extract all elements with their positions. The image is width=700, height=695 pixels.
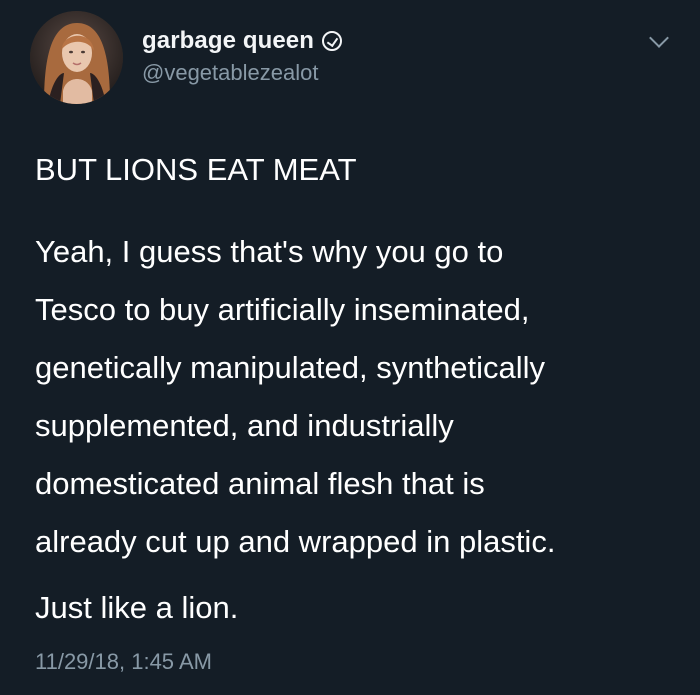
- tweet-line: already cut up and wrapped in plastic.: [35, 524, 556, 559]
- tweet-card: garbage queen @vegetablezealot BUT LIONS…: [0, 0, 700, 695]
- tweet-headline: BUT LIONS EAT MEAT: [35, 152, 357, 187]
- tweet-line: Tesco to buy artificially inseminated,: [35, 292, 530, 327]
- tweet-paragraph: Yeah, I guess that's why you go to Tesco…: [35, 223, 555, 571]
- user-name-row[interactable]: garbage queen: [142, 26, 343, 56]
- tweet-line: Yeah, I guess that's why you go to: [35, 234, 504, 269]
- chevron-down-icon[interactable]: [649, 28, 669, 48]
- tweet-line: domesticated animal flesh that is: [35, 466, 485, 501]
- verified-icon: [322, 31, 343, 51]
- avatar[interactable]: [30, 11, 123, 104]
- tweet-line: genetically manipulated, synthetically: [35, 350, 546, 385]
- tweet-timestamp[interactable]: 11/29/18, 1:45 AM: [35, 647, 212, 677]
- user-handle[interactable]: @vegetablezealot: [142, 60, 318, 86]
- tweet-line: supplemented, and industrially: [35, 408, 454, 443]
- display-name[interactable]: garbage queen: [142, 27, 314, 55]
- tweet-closing-line: Just like a lion.: [35, 590, 239, 625]
